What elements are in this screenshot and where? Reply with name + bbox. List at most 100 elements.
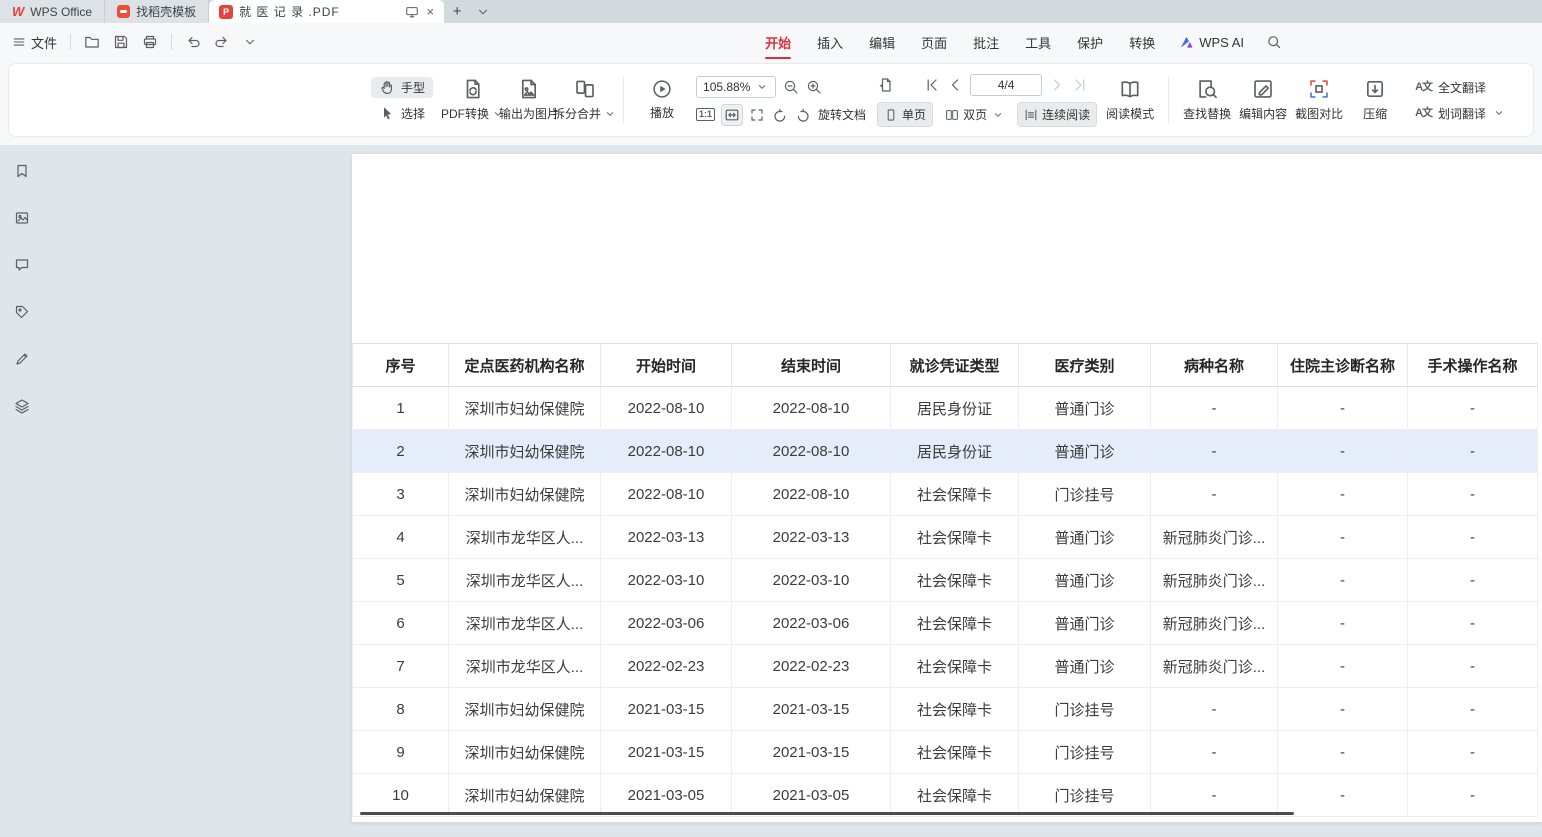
new-tab-button[interactable]: + — [444, 0, 470, 23]
compress-icon — [1364, 78, 1386, 100]
sidebar-comments-button[interactable] — [8, 253, 36, 277]
tab-docer-templates[interactable]: 找稻壳模板 — [105, 0, 209, 23]
menu-tab-protect[interactable]: 保护 — [1067, 23, 1113, 61]
sidebar-tags-button[interactable] — [8, 300, 36, 324]
split-merge-icon — [574, 78, 596, 100]
rotate-left-icon[interactable] — [772, 107, 788, 123]
menu-tab-tools[interactable]: 工具 — [1015, 23, 1061, 61]
save-icon[interactable] — [113, 34, 129, 50]
export-image-button[interactable]: 输出为图片 — [501, 76, 557, 124]
zoom-level-value: 105.88% — [703, 80, 750, 94]
redo-icon[interactable] — [214, 34, 230, 50]
open-folder-icon[interactable] — [84, 34, 100, 50]
find-replace-icon — [1196, 78, 1218, 100]
word-translation-button[interactable]: A文 划词翻译 — [1407, 103, 1514, 124]
close-tab-icon[interactable]: × — [427, 4, 435, 19]
page-flip-icon[interactable] — [878, 77, 894, 93]
table-cell: - — [1408, 430, 1538, 473]
table-cell: 社会保障卡 — [891, 774, 1019, 817]
table-cell: 普通门诊 — [1019, 602, 1151, 645]
wps-ai-button[interactable]: WPS AI — [1171, 35, 1252, 50]
search-button[interactable] — [1258, 34, 1290, 50]
more-commands-chevron-icon[interactable] — [243, 35, 257, 49]
menu-tab-home[interactable]: 开始 — [755, 23, 801, 61]
divider — [171, 34, 172, 50]
table-cell: - — [1278, 645, 1408, 688]
table-header-cell: 序号 — [353, 344, 449, 387]
table-cell: 2022-03-06 — [732, 602, 891, 645]
sidebar-layers-button[interactable] — [8, 394, 36, 418]
pdf-page: 序号定点医药机构名称开始时间结束时间就诊凭证类型医疗类别病种名称住院主诊断名称手… — [352, 154, 1542, 822]
fit-width-button[interactable] — [722, 105, 742, 125]
rotate-document-button[interactable]: 旋转文档 — [818, 106, 866, 123]
menu-tab-page[interactable]: 页面 — [911, 23, 957, 61]
table-cell: 2022-08-10 — [601, 387, 732, 430]
menu-tab-convert[interactable]: 转换 — [1119, 23, 1165, 61]
table-cell: 深圳市妇幼保健院 — [449, 688, 601, 731]
compress-button[interactable]: 压缩 — [1347, 76, 1403, 124]
full-translation-button[interactable]: A文 全文翻译 — [1407, 77, 1514, 98]
menu-tab-comment[interactable]: 批注 — [963, 23, 1009, 61]
next-page-icon[interactable] — [1049, 77, 1065, 93]
tab-list-chevron-icon[interactable] — [470, 0, 496, 23]
zoom-out-icon[interactable] — [783, 79, 799, 95]
table-cell: 居民身份证 — [891, 387, 1019, 430]
edit-content-button[interactable]: 编辑内容 — [1235, 76, 1291, 124]
table-cell: 2022-03-10 — [601, 559, 732, 602]
rotate-right-icon[interactable] — [795, 107, 811, 123]
pdf-file-icon: P — [219, 5, 233, 19]
undo-icon[interactable] — [185, 34, 201, 50]
pdf-convert-button[interactable]: PDF转换 — [445, 76, 501, 124]
sidebar-thumbnails-button[interactable] — [8, 206, 36, 230]
table-cell: - — [1408, 602, 1538, 645]
print-icon[interactable] — [142, 34, 158, 50]
export-image-icon — [518, 78, 540, 100]
table-row: 10深圳市妇幼保健院2021-03-052021-03-05社会保障卡门诊挂号-… — [353, 774, 1538, 817]
table-header-cell: 手术操作名称 — [1408, 344, 1538, 387]
hand-tool-button[interactable]: 手型 — [371, 77, 433, 98]
actual-size-button[interactable]: 1:1 — [696, 108, 715, 121]
table-cell: 2022-03-13 — [732, 516, 891, 559]
menu-tab-insert[interactable]: 插入 — [807, 23, 853, 61]
file-menu-button[interactable]: 文件 — [12, 33, 57, 52]
table-cell: 5 — [353, 559, 449, 602]
sidebar-bookmark-button[interactable] — [8, 159, 36, 183]
play-button[interactable]: 播放 — [634, 77, 690, 123]
tab-wps-office[interactable]: W WPS Office — [0, 0, 105, 23]
table-cell: - — [1408, 516, 1538, 559]
reading-mode-label: 阅读模式 — [1106, 105, 1154, 122]
continuous-reading-button[interactable]: 连续阅读 — [1018, 103, 1096, 126]
menu-tab-edit[interactable]: 编辑 — [859, 23, 905, 61]
table-cell: 门诊挂号 — [1019, 731, 1151, 774]
edit-content-icon — [1252, 78, 1274, 100]
tab-document-pdf[interactable]: P 就 医 记 录 .PDF × — [209, 0, 444, 23]
fit-page-icon[interactable] — [749, 107, 765, 123]
table-cell: 深圳市妇幼保健院 — [449, 387, 601, 430]
table-cell: 2022-03-06 — [601, 602, 732, 645]
single-page-button[interactable]: 单页 — [878, 103, 932, 126]
table-cell: 2021-03-15 — [601, 688, 732, 731]
prev-page-icon[interactable] — [947, 77, 963, 93]
sidebar-signature-button[interactable] — [8, 347, 36, 371]
find-replace-button[interactable]: 查找替换 — [1179, 76, 1235, 124]
zoom-in-icon[interactable] — [806, 79, 822, 95]
select-tool-button[interactable]: 选择 — [371, 103, 433, 124]
table-header-cell: 开始时间 — [601, 344, 732, 387]
tab-label: 就 医 记 录 .PDF — [239, 3, 398, 20]
page-indicator-input[interactable]: 4/4 — [970, 74, 1042, 96]
reading-mode-button[interactable]: 阅读模式 — [1102, 76, 1158, 124]
table-cell: 门诊挂号 — [1019, 774, 1151, 817]
tab-label: WPS Office — [30, 5, 92, 19]
first-page-icon[interactable] — [924, 77, 940, 93]
screen-share-icon[interactable] — [405, 5, 419, 19]
ribbon-toolbar: 手型 选择 PDF转换 输出为图片 拆分合并 播放 — [8, 63, 1534, 137]
double-page-button[interactable]: 双页 — [939, 103, 1011, 126]
last-page-icon[interactable] — [1072, 77, 1088, 93]
horizontal-scrollbar[interactable] — [360, 812, 1294, 815]
split-merge-button[interactable]: 拆分合并 — [557, 76, 613, 124]
comment-icon — [14, 257, 30, 273]
screenshot-compare-button[interactable]: 截图对比 — [1291, 76, 1347, 124]
table-cell: - — [1151, 774, 1278, 817]
table-row: 5深圳市龙华区人...2022-03-102022-03-10社会保障卡普通门诊… — [353, 559, 1538, 602]
zoom-level-select[interactable]: 105.88% — [696, 76, 776, 98]
